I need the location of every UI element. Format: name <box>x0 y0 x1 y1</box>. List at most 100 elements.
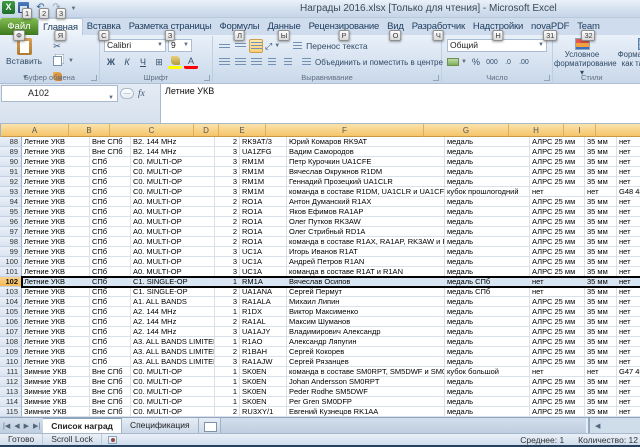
cell[interactable]: 2 <box>215 197 240 207</box>
cell[interactable]: 3 <box>215 167 240 177</box>
cell[interactable]: Летние УКВ <box>22 307 90 317</box>
cell[interactable]: медаль <box>445 327 530 337</box>
cell[interactable]: 3 <box>215 157 240 167</box>
cell[interactable]: медаль <box>445 407 530 417</box>
formula-input[interactable]: Летние УКВ <box>160 84 640 123</box>
cell[interactable]: 1 <box>215 397 240 407</box>
cell[interactable]: Юрий Комаров RK9AT <box>287 137 445 147</box>
row-header[interactable]: 105 <box>0 307 22 317</box>
cell[interactable]: нет <box>617 307 640 317</box>
cell[interactable]: C0. MULTI-OP <box>131 167 215 177</box>
cell[interactable]: АЛРС 25 мм <box>530 207 585 217</box>
cell[interactable]: медаль <box>445 397 530 407</box>
increase-indent-button[interactable] <box>281 55 295 69</box>
cell[interactable]: СПб <box>90 237 131 247</box>
cell[interactable]: Петр Курочкин UA1CFE <box>287 157 445 167</box>
font-dialog-launcher[interactable] <box>204 75 210 81</box>
cell[interactable]: 1 <box>215 307 240 317</box>
cell[interactable]: Геннадий Прозецкий UA1CLR <box>287 177 445 187</box>
cell[interactable]: 3 <box>215 177 240 187</box>
cell[interactable]: RA1AJW <box>240 357 287 367</box>
row-header[interactable]: 108 <box>0 337 22 347</box>
row-header[interactable]: 90 <box>0 157 22 167</box>
cell[interactable]: 2 <box>215 207 240 217</box>
cell[interactable]: Сергей Пермут <box>287 287 445 297</box>
copy-button[interactable] <box>50 54 64 68</box>
cell[interactable]: 3 <box>215 267 240 277</box>
cell[interactable]: нет <box>530 187 585 197</box>
first-sheet-button[interactable]: |◀ <box>3 422 10 430</box>
column-header-G[interactable]: G <box>424 124 509 137</box>
cell[interactable]: 35 мм <box>585 407 617 417</box>
cell[interactable]: 3 <box>215 297 240 307</box>
cell[interactable]: нет <box>617 157 640 167</box>
cell[interactable]: СПб <box>90 277 131 287</box>
cell[interactable]: кубок прошлогодний <box>445 187 530 197</box>
cell[interactable]: Летние УКВ <box>22 197 90 207</box>
cell[interactable]: Александр Ляпугин <box>287 337 445 347</box>
cell[interactable]: A0. MULTI-OP <box>131 267 215 277</box>
cell[interactable]: Виктор Максименко <box>287 307 445 317</box>
cell[interactable]: 2 <box>215 137 240 147</box>
cell[interactable]: АЛРС 25 мм <box>530 217 585 227</box>
column-header-A[interactable]: A <box>1 124 69 137</box>
row-header[interactable]: 101 <box>0 267 22 277</box>
next-sheet-button[interactable]: ▶ <box>24 422 29 430</box>
cell[interactable]: медаль <box>445 317 530 327</box>
qat-customize-dropdown[interactable]: ▼ <box>66 1 79 14</box>
row-header[interactable]: 94 <box>0 197 22 207</box>
cell[interactable]: C1. SINGLE-OP <box>131 287 215 297</box>
cell[interactable]: C0. MULTI-OP <box>131 187 215 197</box>
cell[interactable]: медаль <box>445 347 530 357</box>
cut-button[interactable]: ✂ <box>50 39 64 53</box>
cell[interactable]: Летние УКВ <box>22 267 90 277</box>
cell[interactable]: АЛРС 25 мм <box>530 267 585 277</box>
cell[interactable]: медаль <box>445 217 530 227</box>
cell[interactable]: RO1A <box>240 237 287 247</box>
last-sheet-button[interactable]: ▶| <box>33 422 40 430</box>
cell[interactable]: 35 мм <box>585 277 617 287</box>
cell[interactable]: Летние УКВ <box>22 157 90 167</box>
column-header-D[interactable]: D <box>194 124 219 137</box>
cell[interactable]: АЛРС 25 мм <box>530 227 585 237</box>
font-color-button[interactable]: A <box>184 55 198 69</box>
cell[interactable]: АЛРС 25 мм <box>530 387 585 397</box>
cell[interactable]: АЛРС 25 мм <box>530 157 585 167</box>
cell[interactable]: нет <box>617 217 640 227</box>
row-header[interactable]: 93 <box>0 187 22 197</box>
cell[interactable]: АЛРС 25 мм <box>530 167 585 177</box>
cell[interactable]: нет <box>617 317 640 327</box>
cell[interactable]: Летние УКВ <box>22 297 90 307</box>
wrap-text-label[interactable]: Перенос текста <box>306 41 367 51</box>
tab-формулы[interactable]: ФормулыЛ <box>215 19 263 35</box>
row-header[interactable]: 95 <box>0 207 22 217</box>
cell[interactable]: G47 45x <box>617 367 640 377</box>
cell[interactable]: СПб <box>90 337 131 347</box>
bold-button[interactable]: Ж <box>104 55 118 69</box>
cell[interactable]: Зимние УКВ <box>22 397 90 407</box>
cell[interactable]: 35 мм <box>585 177 617 187</box>
cell[interactable]: нет <box>617 267 640 277</box>
cell[interactable]: Вне СПб <box>90 397 131 407</box>
cell[interactable]: 35 мм <box>585 307 617 317</box>
cell[interactable]: 2 <box>215 217 240 227</box>
align-top-button[interactable] <box>217 39 231 53</box>
column-header-C[interactable]: C <box>110 124 194 137</box>
cell[interactable]: C0. MULTI-OP <box>131 367 215 377</box>
cell[interactable]: R1DX <box>240 307 287 317</box>
prev-sheet-button[interactable]: ◀ <box>14 422 19 430</box>
cell[interactable]: СПб <box>90 317 131 327</box>
tab-вставка[interactable]: ВставкаС <box>83 19 125 35</box>
row-header[interactable]: 96 <box>0 217 22 227</box>
cell[interactable]: нет <box>617 167 640 177</box>
tab-надстройки[interactable]: НадстройкиН <box>469 19 527 35</box>
row-header[interactable]: 115 <box>0 407 22 417</box>
insert-function-button[interactable]: fx <box>138 89 145 99</box>
comma-style-button[interactable]: 000 <box>485 55 499 69</box>
cell[interactable]: медаль <box>445 387 530 397</box>
cell[interactable]: СПб <box>90 197 131 207</box>
cell[interactable]: нет <box>617 397 640 407</box>
scroll-left-arrow[interactable]: ◀ <box>595 422 600 430</box>
cell[interactable]: Летние УКВ <box>22 217 90 227</box>
cell[interactable]: 35 мм <box>585 237 617 247</box>
